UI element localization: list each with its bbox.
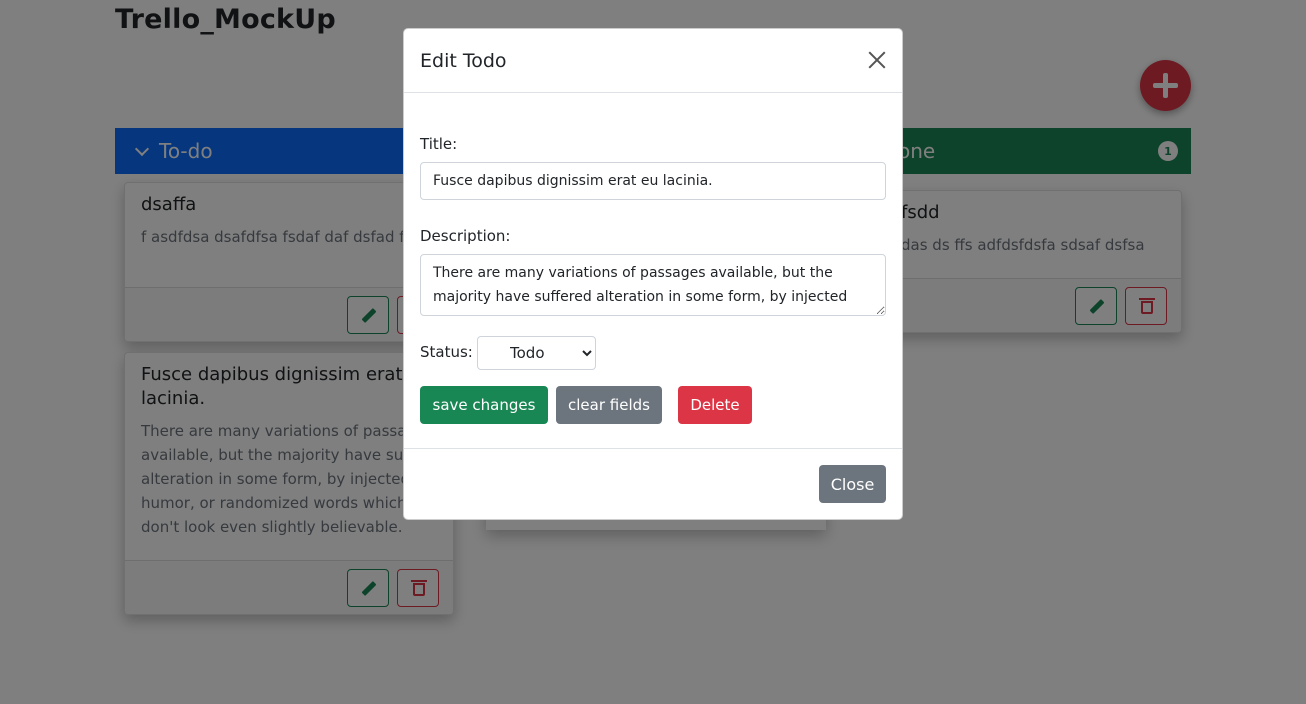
title-label: Title: [420,135,458,153]
description-label: Description: [420,227,511,245]
delete-todo-button[interactable]: Delete [678,386,752,424]
description-textarea[interactable]: There are many variations of passages av… [420,254,886,316]
title-input[interactable] [420,162,886,200]
status-label: Status: [420,343,473,361]
status-select[interactable]: Todo [477,336,596,370]
modal-footer: Close [404,448,902,520]
save-changes-button[interactable]: save changes [420,386,548,424]
close-icon[interactable] [866,49,888,71]
close-button[interactable]: Close [819,465,886,503]
clear-fields-button[interactable]: clear fields [556,386,662,424]
modal-header: Edit Todo [404,29,902,93]
edit-todo-modal: Edit Todo Title: Description: There are … [403,28,903,520]
modal-title: Edit Todo [420,49,507,72]
